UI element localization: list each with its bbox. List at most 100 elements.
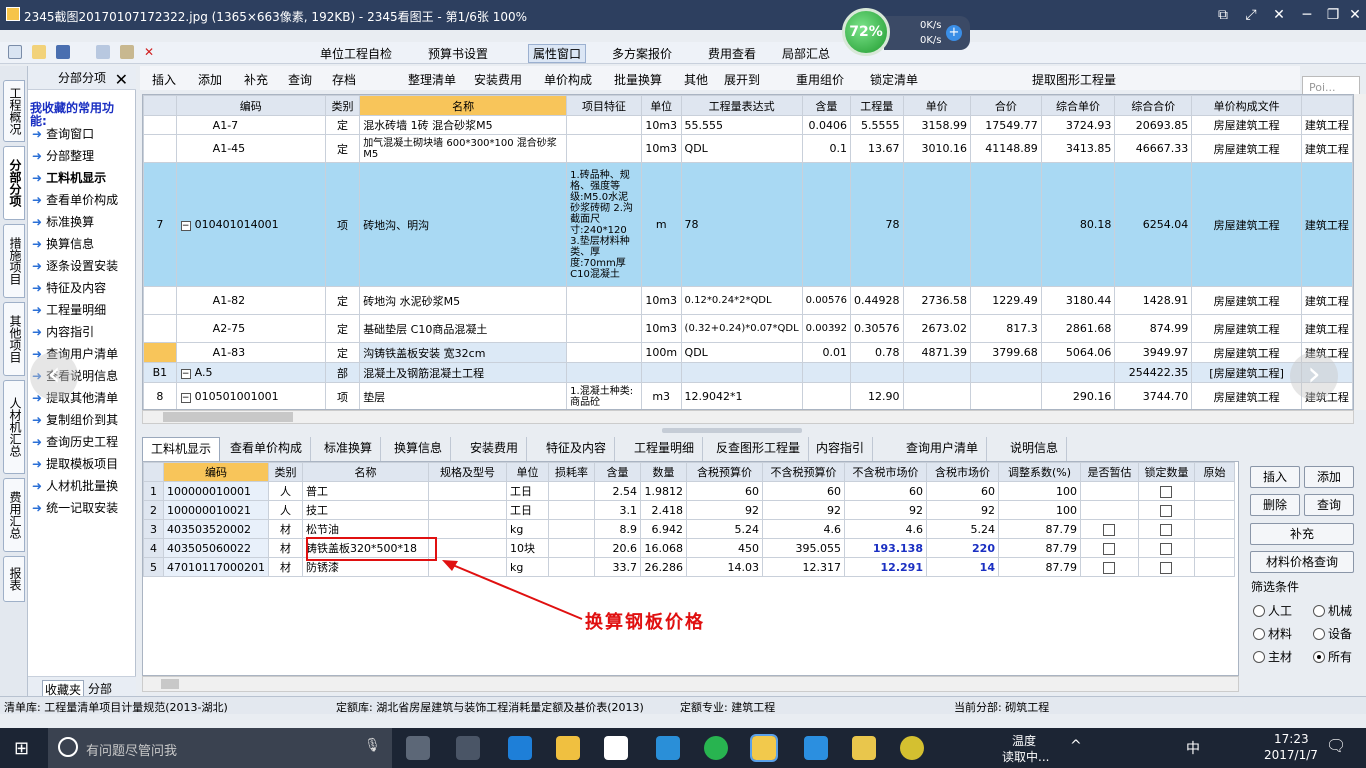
plus-icon[interactable]: +	[946, 25, 962, 41]
column-header[interactable]: 名称	[301, 462, 429, 482]
paste-icon[interactable]	[120, 45, 134, 59]
filter-radio[interactable]	[1313, 605, 1325, 617]
cell-coef[interactable]: 87.79	[997, 538, 1081, 558]
cell-spec[interactable]	[427, 500, 507, 520]
restore-icon[interactable]: ⧉	[1212, 4, 1234, 26]
cell-coef[interactable]: 100	[997, 481, 1081, 501]
cell-content[interactable]: 33.7	[593, 557, 641, 577]
lock-quantity-checkbox[interactable]	[1160, 523, 1173, 536]
function-item[interactable]: ➜ 标准换算	[32, 212, 136, 232]
detail-tab[interactable]: 特征及内容	[538, 437, 616, 461]
cell-content[interactable]: 2.54	[593, 481, 641, 501]
browser-icon[interactable]	[656, 736, 680, 760]
toolbar2-item[interactable]: 安装费用	[474, 71, 522, 88]
function-item[interactable]: ➜ 查看单价构成	[32, 190, 136, 210]
function-item[interactable]: ➜ 工程量明细	[32, 300, 136, 320]
cell-code[interactable]: 100000010001	[163, 481, 269, 501]
cell-est[interactable]	[1079, 557, 1139, 577]
filter-radio[interactable]	[1253, 651, 1265, 663]
notifications-icon[interactable]: 🗨	[1326, 736, 1346, 755]
detail-horizontal-scrollbar[interactable]	[142, 676, 1239, 692]
estimate-checkbox[interactable]	[1103, 561, 1116, 574]
column-header[interactable]: 锁定数量	[1137, 462, 1195, 482]
detail-tab[interactable]: 内容指引	[808, 437, 874, 461]
column-header[interactable]: 单价	[902, 95, 972, 116]
function-item[interactable]: ➜ 人材机批量换	[32, 476, 136, 496]
cell-type[interactable]: 人	[267, 500, 303, 520]
explorer-icon[interactable]	[556, 736, 580, 760]
toolbar2-item[interactable]: 锁定清单	[870, 71, 918, 88]
filter-radio[interactable]	[1253, 605, 1265, 617]
column-header[interactable]	[143, 462, 164, 482]
cell-code[interactable]: 47010117000201	[163, 557, 269, 577]
column-header[interactable]: 含税预算价	[685, 462, 763, 482]
column-header[interactable]: 类别	[324, 95, 361, 116]
column-header[interactable]: 项目特征	[566, 95, 642, 116]
app-icon-2[interactable]	[804, 736, 828, 760]
lock-quantity-checkbox[interactable]	[1160, 504, 1173, 517]
tray-chevron-icon[interactable]: ^	[1070, 738, 1082, 754]
toolbar2-item[interactable]: 添加	[198, 71, 222, 88]
cell-code[interactable]: 403503520002	[163, 519, 269, 539]
column-header[interactable]: 单价构成文件	[1191, 95, 1302, 116]
column-header[interactable]: 含税市场价	[925, 462, 999, 482]
table-row[interactable]: B1− A.5 部混凝土及钢筋混凝土工程 254422.35 [房屋建筑工程]	[143, 362, 1353, 383]
detail-tab[interactable]: 反查图形工程量	[708, 437, 810, 461]
filter-option[interactable]: 主材	[1253, 648, 1292, 665]
maximize-button[interactable]: ❐	[1322, 4, 1344, 26]
toolbar2-item[interactable]: 其他	[684, 71, 708, 88]
estimate-checkbox[interactable]	[1103, 523, 1116, 536]
column-header[interactable]: 编码	[163, 462, 269, 482]
column-header[interactable]: 综合合价	[1114, 95, 1193, 116]
tab-sections[interactable]: 分部	[88, 680, 112, 697]
new-icon[interactable]	[8, 45, 22, 59]
delete-button[interactable]: 删除	[1250, 494, 1300, 516]
column-header[interactable]: 类别	[267, 462, 303, 482]
cell-tax_budget[interactable]: 60	[685, 481, 763, 501]
cell-type[interactable]: 人	[267, 481, 303, 501]
filter-radio[interactable]	[1253, 628, 1265, 640]
cell-tax_budget[interactable]: 450	[685, 538, 763, 558]
column-header[interactable]: 编码	[175, 95, 326, 116]
toolbar2-item[interactable]: 重用组价	[796, 71, 844, 88]
function-item[interactable]: ➜ 查询窗口	[32, 124, 136, 144]
net-speed-badge[interactable]: 72%	[842, 8, 890, 56]
tab-other-items[interactable]: 其他项目	[3, 302, 25, 376]
detail-tab[interactable]: 换算信息	[386, 437, 452, 461]
filter-option[interactable]: 设备	[1313, 625, 1352, 642]
function-item[interactable]: ➜ 复制组价到其	[32, 410, 136, 430]
function-item[interactable]: ➜ 分部整理	[32, 146, 136, 166]
column-header[interactable]: 不含税预算价	[761, 462, 845, 482]
cell-type[interactable]: 材	[267, 557, 303, 577]
lock-quantity-checkbox[interactable]	[1160, 561, 1173, 574]
notes-icon[interactable]	[852, 736, 876, 760]
security-icon[interactable]	[704, 736, 728, 760]
estimate-checkbox[interactable]	[1103, 542, 1116, 555]
cell-lock[interactable]	[1137, 481, 1195, 501]
cell-est[interactable]	[1079, 519, 1139, 539]
grid-horizontal-scrollbar[interactable]	[142, 410, 1354, 424]
cell-loss[interactable]	[547, 500, 595, 520]
close-icon[interactable]: ✕	[115, 68, 128, 92]
ime-label[interactable]: 中	[1186, 738, 1200, 758]
detail-tab[interactable]: 标准换算	[316, 437, 382, 461]
lock-quantity-checkbox[interactable]	[1160, 542, 1173, 555]
column-header[interactable]: 单位	[505, 462, 549, 482]
image-viewer-icon[interactable]	[750, 734, 778, 762]
table-row[interactable]: 2 100000010021 人技工 工日 3.1 2.418 92 92 92 92 100	[143, 500, 1235, 520]
cell-coef[interactable]: 87.79	[997, 557, 1081, 577]
cell-lock[interactable]	[1137, 538, 1195, 558]
cell-content[interactable]: 20.6	[593, 538, 641, 558]
cell-lock[interactable]	[1137, 500, 1195, 520]
column-header[interactable]	[1300, 95, 1353, 116]
toolbar2-item[interactable]: 插入	[152, 71, 176, 88]
table-row[interactable]: A2-75 定基础垫层 C10商品混凝土 10m3 (0.32+0.24)*0.07*…	[143, 314, 1353, 343]
cell-content[interactable]: 3.1	[593, 500, 641, 520]
add-button[interactable]: 添加	[1304, 466, 1354, 488]
close-small-icon[interactable]: ✕	[1268, 4, 1290, 26]
cell-notax_budget[interactable]: 92	[761, 500, 845, 520]
toolbar2-item[interactable]: 查询	[288, 71, 312, 88]
close-button[interactable]: ✕	[1344, 4, 1366, 26]
filter-option[interactable]: 人工	[1253, 602, 1292, 619]
toolbar2-item[interactable]: 提取图形工程量	[1032, 71, 1116, 88]
